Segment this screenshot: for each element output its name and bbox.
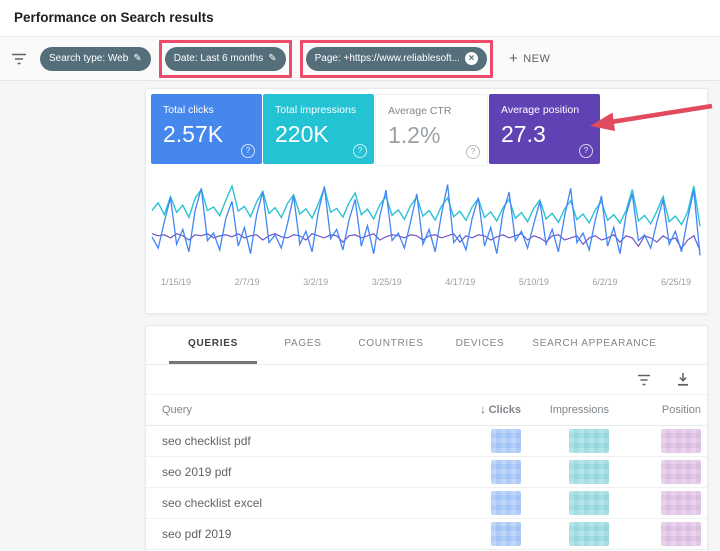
table-body: seo checklist pdf seo 2019 pdf seo checkli…: [146, 426, 707, 550]
table-header-row: Query ↓Clicks Impressions Position: [146, 395, 707, 426]
new-filter-label: NEW: [523, 53, 550, 65]
edit-icon[interactable]: ✎: [268, 54, 276, 64]
chart-panel: Total clicks 2.57K ? Total impressions 2…: [145, 88, 708, 314]
table-row[interactable]: seo checklist excel: [146, 488, 707, 519]
download-icon[interactable]: [677, 373, 689, 386]
card-label: Average position: [501, 104, 579, 116]
table-panel: QUERIES PAGES COUNTRIES DEVICES SEARCH A…: [145, 325, 708, 551]
filter-bar: Search type: Web ✎ Date: Last 6 months ✎…: [0, 37, 720, 81]
col-header-position[interactable]: Position: [609, 404, 701, 416]
col-header-query[interactable]: Query: [162, 404, 425, 416]
annotation-box-date: Date: Last 6 months ✎: [159, 40, 292, 78]
x-tick-label: 2/7/19: [235, 277, 260, 287]
sort-desc-icon: ↓: [480, 404, 486, 416]
tab-pages[interactable]: PAGES: [273, 326, 333, 364]
x-tick-label: 4/17/19: [445, 277, 475, 287]
title-bar: Performance on Search results: [0, 0, 720, 37]
query-cell[interactable]: seo pdf 2019: [162, 527, 425, 541]
redacted-clicks-value: [491, 491, 521, 515]
redacted-clicks-value: [491, 522, 521, 546]
performance-line-chart[interactable]: [151, 169, 701, 271]
redacted-position-value: [661, 429, 701, 453]
redacted-position-value: [661, 460, 701, 484]
card-total-impressions[interactable]: Total impressions 220K ?: [263, 94, 374, 164]
card-average-position[interactable]: Average position 27.3 ?: [489, 94, 600, 164]
tab-search-appearance[interactable]: SEARCH APPEARANCE: [527, 326, 662, 364]
metric-cards: Total clicks 2.57K ? Total impressions 2…: [151, 94, 600, 166]
redacted-position-value: [661, 491, 701, 515]
x-tick-label: 1/15/19: [161, 277, 191, 287]
annotation-box-page: Page: +https://www.reliablesoft... ×: [300, 40, 493, 78]
edit-icon[interactable]: ✎: [133, 54, 141, 64]
card-value: 220K: [275, 121, 329, 148]
new-filter-button[interactable]: + NEW: [509, 51, 550, 66]
dimension-tabs: QUERIES PAGES COUNTRIES DEVICES SEARCH A…: [146, 326, 707, 365]
redacted-clicks-value: [491, 429, 521, 453]
tab-countries[interactable]: COUNTRIES: [349, 326, 433, 364]
chip-search-type[interactable]: Search type: Web ✎: [40, 47, 151, 71]
redacted-impressions-value: [569, 460, 609, 484]
card-total-clicks[interactable]: Total clicks 2.57K ?: [151, 94, 262, 164]
table-row[interactable]: seo 2019 pdf: [146, 457, 707, 488]
redacted-impressions-value: [569, 429, 609, 453]
help-icon[interactable]: ?: [241, 144, 255, 158]
card-label: Total impressions: [275, 104, 356, 116]
x-tick-label: 6/25/19: [661, 277, 691, 287]
x-tick-label: 5/10/19: [519, 277, 549, 287]
card-value: 27.3: [501, 121, 546, 148]
help-icon[interactable]: ?: [353, 144, 367, 158]
card-label: Average CTR: [388, 105, 451, 117]
redacted-impressions-value: [569, 522, 609, 546]
plus-icon: +: [509, 51, 518, 66]
tab-devices[interactable]: DEVICES: [449, 326, 511, 364]
search-console-performance-page: Performance on Search results Search typ…: [0, 0, 720, 551]
x-tick-label: 3/25/19: [372, 277, 402, 287]
tab-queries[interactable]: QUERIES: [169, 326, 257, 364]
card-value: 1.2%: [388, 122, 440, 149]
chip-page-filter[interactable]: Page: +https://www.reliablesoft... ×: [306, 47, 487, 71]
card-label: Total clicks: [163, 104, 214, 116]
x-tick-label: 6/2/19: [592, 277, 617, 287]
filter-funnel-icon[interactable]: [11, 52, 27, 66]
query-cell[interactable]: seo 2019 pdf: [162, 465, 425, 479]
chip-page-filter-label: Page: +https://www.reliablesoft...: [315, 53, 460, 64]
chart-x-axis: 1/15/19 2/7/19 3/2/19 3/25/19 4/17/19 5/10/19…: [151, 277, 701, 287]
chip-search-type-label: Search type: Web: [49, 53, 128, 64]
page-title: Performance on Search results: [14, 10, 214, 25]
table-row[interactable]: seo pdf 2019: [146, 519, 707, 550]
chip-date-range[interactable]: Date: Last 6 months ✎: [165, 47, 286, 71]
card-value: 2.57K: [163, 121, 223, 148]
x-tick-label: 3/2/19: [303, 277, 328, 287]
col-header-clicks[interactable]: ↓Clicks: [425, 404, 521, 416]
query-cell[interactable]: seo checklist excel: [162, 496, 425, 510]
remove-filter-icon[interactable]: ×: [465, 52, 478, 65]
table-filter-icon[interactable]: [637, 374, 651, 386]
card-average-ctr[interactable]: Average CTR 1.2% ?: [375, 94, 488, 166]
redacted-impressions-value: [569, 491, 609, 515]
redacted-clicks-value: [491, 460, 521, 484]
query-cell[interactable]: seo checklist pdf: [162, 434, 425, 448]
table-toolbar: [146, 365, 707, 395]
col-header-impressions[interactable]: Impressions: [521, 404, 609, 416]
chip-date-range-label: Date: Last 6 months: [174, 53, 264, 64]
table-row[interactable]: seo checklist pdf: [146, 426, 707, 457]
redacted-position-value: [661, 522, 701, 546]
help-icon[interactable]: ?: [466, 145, 480, 159]
help-icon[interactable]: ?: [579, 144, 593, 158]
